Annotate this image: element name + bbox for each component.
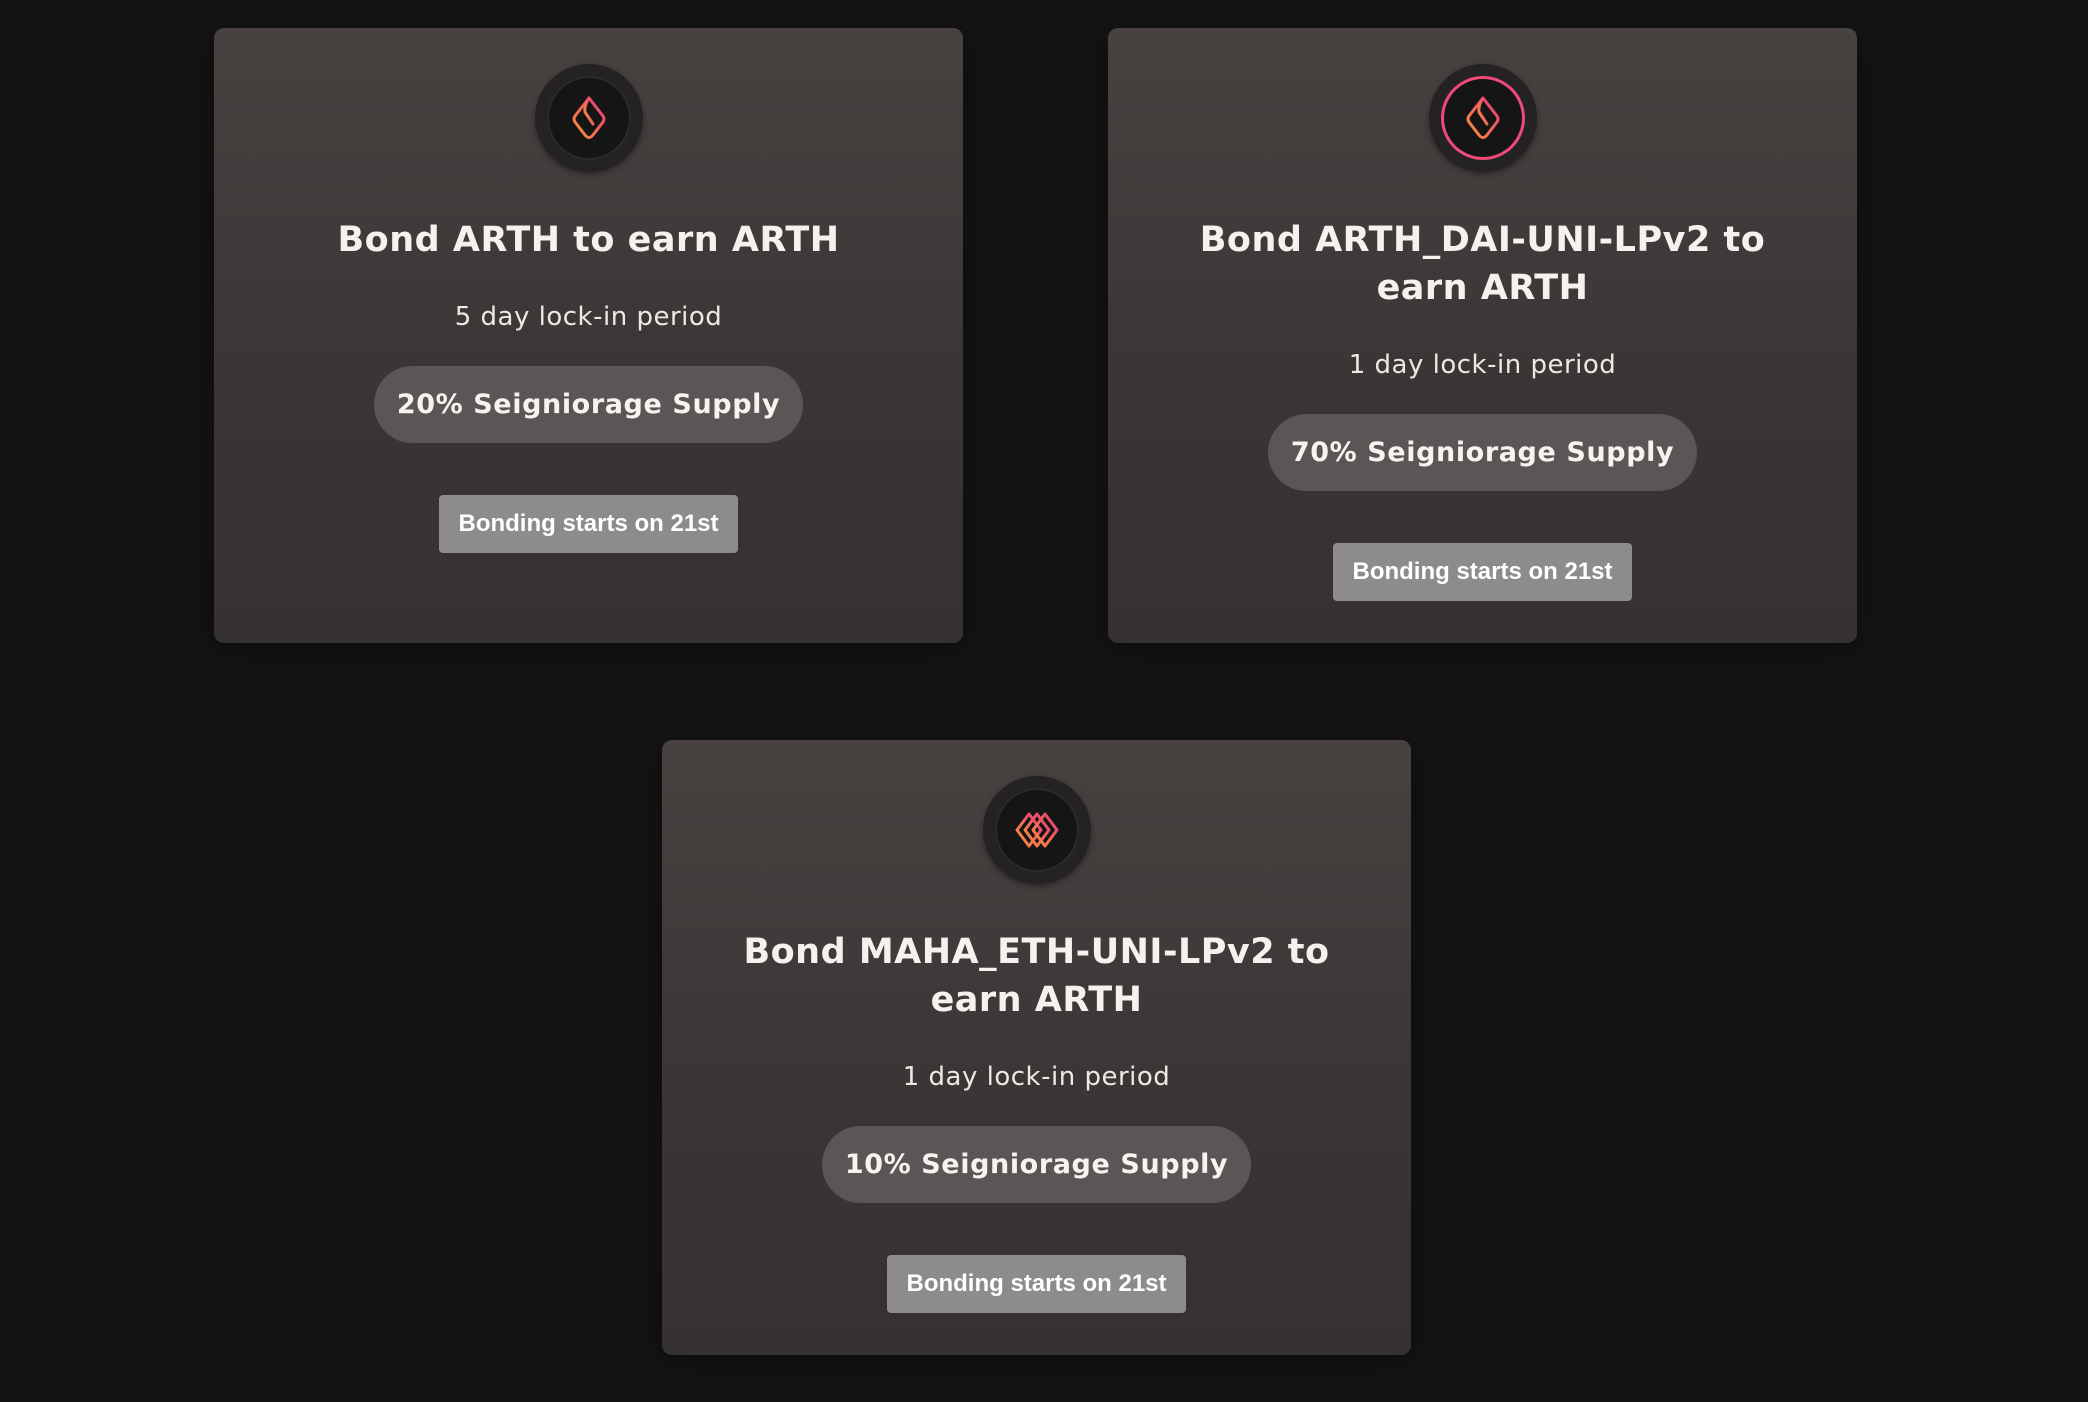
bond-title: Bond ARTH to earn ARTH: [337, 220, 840, 260]
bond-card-arth-dai-lp: Bond ARTH_DAI-UNI-LPv2 to earn ARTH 1 da…: [1108, 28, 1857, 643]
bond-title: Bond MAHA_ETH-UNI-LPv2 to earn ARTH: [743, 932, 1330, 1020]
token-badge: [534, 64, 643, 172]
lock-in-period: 5 day lock-in period: [454, 302, 723, 332]
bonding-starts-button[interactable]: Bonding starts on 21st: [887, 1255, 1186, 1313]
arth-token-icon: [546, 76, 631, 160]
arth-dai-lp-token-icon: [1440, 76, 1525, 160]
lock-in-period: 1 day lock-in period: [902, 1062, 1171, 1092]
bond-card-maha-eth-lp: Bond MAHA_ETH-UNI-LPv2 to earn ARTH 1 da…: [662, 740, 1411, 1355]
seigniorage-supply-badge: 10% Seigniorage Supply: [821, 1126, 1252, 1203]
bond-title: Bond ARTH_DAI-UNI-LPv2 to earn ARTH: [1199, 220, 1766, 308]
token-badge: [982, 776, 1091, 884]
seigniorage-supply-badge: 70% Seigniorage Supply: [1267, 414, 1698, 491]
bond-card-arth: Bond ARTH to earn ARTH 5 day lock-in per…: [214, 28, 963, 643]
bonding-starts-button[interactable]: Bonding starts on 21st: [439, 495, 738, 553]
maha-eth-lp-token-icon: [994, 788, 1079, 872]
seigniorage-supply-badge: 20% Seigniorage Supply: [373, 366, 804, 443]
bonding-starts-button[interactable]: Bonding starts on 21st: [1333, 543, 1632, 601]
token-badge: [1428, 64, 1537, 172]
lock-in-period: 1 day lock-in period: [1348, 350, 1617, 380]
